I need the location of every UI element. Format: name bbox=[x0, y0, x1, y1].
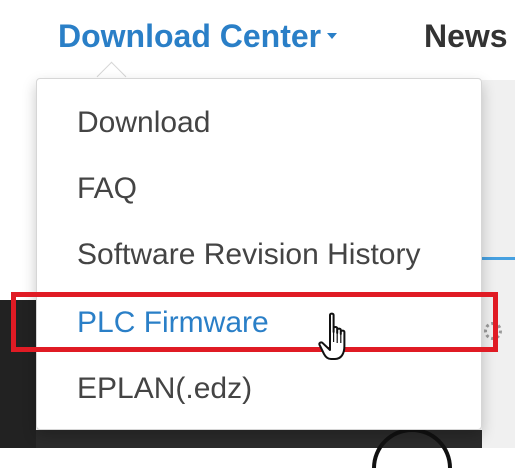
nav-download-center[interactable]: Download Center bbox=[58, 12, 338, 60]
menu-item-eplan-edz[interactable]: EPLAN(.edz) bbox=[77, 369, 252, 409]
highlight-box bbox=[11, 292, 498, 352]
menu-item-faq[interactable]: FAQ bbox=[77, 169, 137, 209]
nav-news[interactable]: News bbox=[424, 12, 508, 60]
background-page-strip bbox=[482, 80, 515, 448]
menu-item-download[interactable]: Download bbox=[77, 103, 210, 143]
hand-pointer-cursor-icon bbox=[318, 312, 346, 360]
chevron-down-icon bbox=[327, 32, 338, 39]
menu-item-software-revision-history[interactable]: Software Revision History bbox=[77, 235, 420, 275]
download-center-dropdown: Download FAQ Software Revision History P… bbox=[36, 78, 482, 430]
nav-download-center-label: Download Center bbox=[58, 18, 322, 54]
background-accent-line bbox=[482, 257, 515, 260]
